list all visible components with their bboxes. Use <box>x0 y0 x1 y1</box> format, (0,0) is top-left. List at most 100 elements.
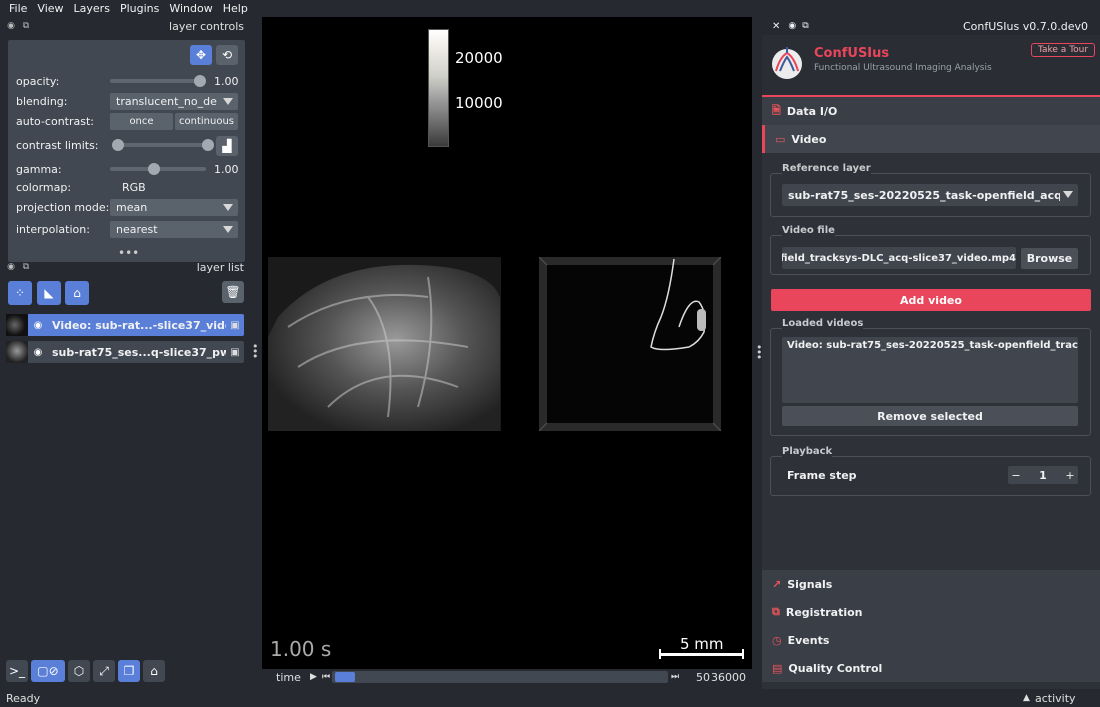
time-axis-label: time <box>276 670 301 684</box>
new-labels-layer-button[interactable]: ⌂ <box>65 281 89 305</box>
hide-dock-icon[interactable]: ◉ <box>6 262 16 272</box>
roll-dims-button[interactable]: ⬡ <box>68 660 90 682</box>
image-layer-icon: ▣ <box>230 319 240 331</box>
console-button[interactable]: >_ <box>6 660 28 682</box>
gamma-slider[interactable] <box>110 163 206 175</box>
auto-contrast-continuous-button[interactable]: continuous <box>175 113 238 130</box>
video-frame-image <box>539 257 721 431</box>
contrast-min-handle[interactable] <box>112 139 124 151</box>
time-slider-bar: time ▶ ⏮ ⏭ 50 36000 <box>262 669 752 685</box>
time-max-value: 36000 <box>711 670 746 684</box>
time-slider[interactable] <box>332 671 668 683</box>
new-shapes-layer-button[interactable]: ◣ <box>37 281 61 305</box>
float-dock-icon[interactable]: ⧉ <box>21 262 31 272</box>
ndisplay-button[interactable]: ▢⊘ <box>31 660 65 682</box>
home-button[interactable]: ⌂ <box>143 660 165 682</box>
vertical-splitter-icon[interactable]: • • • <box>252 341 259 362</box>
transpose-icon: ⤢ <box>99 663 109 678</box>
auto-contrast-once-button[interactable]: once <box>110 113 173 130</box>
time-slider-handle[interactable] <box>335 672 356 682</box>
opacity-label: opacity: <box>16 74 60 88</box>
section-signals[interactable]: ↗ Signals <box>762 570 1100 598</box>
loaded-videos-label: Loaded videos <box>782 318 864 329</box>
new-points-layer-button[interactable]: ⁘ <box>8 281 32 305</box>
menu-file[interactable]: File <box>4 2 32 15</box>
menu-layers[interactable]: Layers <box>69 2 115 15</box>
viewer-canvas[interactable]: 20000 10000 1.00 s 5 mm <box>262 17 752 669</box>
step-forward-icon: ⏭ <box>671 672 680 682</box>
layer-row-video[interactable]: ◉ Video: sub-rat...-slice37_video ▣ <box>6 314 244 336</box>
menu-plugins[interactable]: Plugins <box>115 2 164 15</box>
close-icon[interactable]: ✕ <box>772 21 780 32</box>
contrast-max-handle[interactable] <box>202 139 214 151</box>
remove-selected-button[interactable]: Remove selected <box>782 406 1078 426</box>
layer-controls-panel: ✥ ⟲ opacity: 1.00 blending: translucent_… <box>8 40 245 262</box>
plus-icon[interactable]: + <box>1062 469 1078 482</box>
opacity-value: 1.00 <box>214 75 239 88</box>
delete-layer-button[interactable]: 🗑 <box>222 281 244 303</box>
opacity-slider[interactable] <box>110 75 206 87</box>
take-a-tour-button[interactable]: Take a Tour <box>1031 43 1096 57</box>
menu-help[interactable]: Help <box>218 2 253 15</box>
blending-select[interactable]: translucent_no_de <box>110 93 238 110</box>
step-back-button[interactable]: ⏮ <box>322 672 332 682</box>
add-video-button[interactable]: Add video <box>771 289 1091 311</box>
activity-button[interactable]: activity <box>1035 692 1076 705</box>
reference-layer-label: Reference layer <box>782 163 871 174</box>
time-overlay: 1.00 s <box>270 637 332 661</box>
dock-splitter: • • • <box>752 17 763 689</box>
interpolation-label: interpolation: <box>16 222 90 236</box>
gamma-value: 1.00 <box>214 163 239 176</box>
time-current-value[interactable]: 50 <box>682 671 710 684</box>
gamma-slider-handle[interactable] <box>147 163 160 175</box>
eye-icon[interactable]: ◉ <box>28 320 48 331</box>
pan-zoom-button[interactable]: ✥ <box>190 45 212 65</box>
section-video[interactable]: ▭ Video <box>762 125 1100 153</box>
reference-layer-select[interactable]: sub-rat75_ses-20220525_task-openfield_ac… <box>782 184 1078 206</box>
eye-icon[interactable]: ◉ <box>28 347 48 358</box>
menu-window[interactable]: Window <box>164 2 217 15</box>
hide-dock-icon[interactable]: ◉ <box>6 21 16 31</box>
step-forward-button[interactable]: ⏭ <box>668 672 682 682</box>
menu-view[interactable]: View <box>32 2 68 15</box>
opacity-slider-handle[interactable] <box>194 75 206 87</box>
layer-list-titlebar: ◉ ⧉ layer list <box>0 258 250 276</box>
clock-icon: ◷ <box>772 633 782 647</box>
transpose-button[interactable]: ⤢ <box>93 660 115 682</box>
colormap-label: colormap: <box>16 180 72 194</box>
grid-button[interactable]: ❐ <box>118 660 140 682</box>
layer-row-pwd[interactable]: ◉ sub-rat75_ses...q-slice37_pwd ▣ <box>6 341 244 363</box>
float-dock-icon[interactable]: ⧉ <box>21 21 31 31</box>
chevron-up-icon[interactable]: ▲ <box>1023 693 1030 703</box>
video-file-input[interactable]: openfield_tracksys-DLC_acq-slice37_video… <box>782 247 1016 269</box>
transform-button[interactable]: ⟲ <box>216 45 238 65</box>
hide-dock-icon[interactable]: ◉ <box>788 21 796 31</box>
file-icon: 🗎 <box>772 103 781 117</box>
blending-value: translucent_no_de <box>116 95 217 108</box>
frame-step-stepper[interactable]: − 1 + <box>1008 466 1078 484</box>
loaded-videos-list[interactable]: Video: sub-rat75_ses-20220525_task-openf… <box>782 337 1078 403</box>
interpolation-select[interactable]: nearest <box>110 221 238 238</box>
list-item[interactable]: Video: sub-rat75_ses-20220525_task-openf… <box>782 337 1078 354</box>
minus-icon[interactable]: − <box>1008 469 1024 482</box>
section-data-io[interactable]: 🗎 Data I/O <box>762 97 1100 125</box>
contrast-limits-slider[interactable] <box>112 139 214 151</box>
float-dock-icon[interactable]: ⧉ <box>802 21 808 31</box>
grid-icon: ❐ <box>123 664 135 678</box>
registration-icon: ⧉ <box>772 605 780 618</box>
video-icon: ▭ <box>775 132 786 146</box>
section-events[interactable]: ◷ Events <box>762 626 1100 654</box>
play-button[interactable]: ▶ <box>310 672 322 682</box>
colorbar <box>428 29 449 147</box>
histogram-button[interactable]: ▟ <box>216 136 238 156</box>
layer-name: sub-rat75_ses...q-slice37_pwd <box>52 345 226 359</box>
frame-step-value[interactable]: 1 <box>1024 469 1062 482</box>
confusius-logo-icon <box>772 47 802 79</box>
section-quality-control[interactable]: ▤ Quality Control <box>762 654 1100 682</box>
video-file-value: openfield_tracksys-DLC_acq-slice37_video… <box>782 252 1016 264</box>
play-icon: ▶ <box>310 672 317 682</box>
projection-select[interactable]: mean <box>110 199 238 216</box>
browse-button[interactable]: Browse <box>1021 248 1078 269</box>
section-registration[interactable]: ⧉ Registration <box>762 598 1100 626</box>
chevron-down-icon <box>223 98 233 105</box>
